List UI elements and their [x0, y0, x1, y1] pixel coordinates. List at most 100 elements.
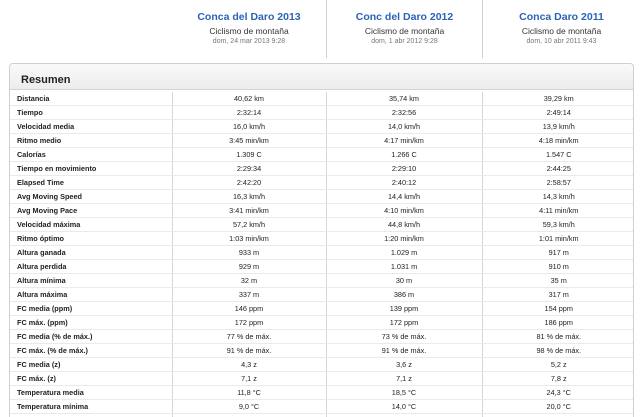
- metric-value: [171, 413, 326, 417]
- metric-value: 39,29 km: [481, 92, 633, 106]
- table-row: Altura ganada 933 m 1.029 m 917 m: [10, 245, 633, 260]
- metric-value: 4:18 min/km: [481, 133, 633, 148]
- metric-value: 2:40:12: [325, 175, 482, 190]
- metric-value: 1.309 C: [171, 147, 326, 162]
- activity-date: dom, 1 abr 2012 9:28: [371, 38, 438, 45]
- metric-value: 154 ppm: [481, 301, 633, 316]
- metric-label: Calorías: [10, 147, 172, 162]
- metric-value: 386 m: [325, 287, 482, 302]
- metric-value: 186 ppm: [481, 315, 633, 330]
- table-row: Tiempo en movimiento 2:29:34 2:29:10 2:44:2…: [10, 161, 633, 176]
- metric-label: FC media (% de máx.): [10, 329, 172, 344]
- metric-value: 2:32:14: [171, 105, 326, 120]
- metric-value: 4:17 min/km: [325, 133, 482, 148]
- table-row: FC máx. (% de máx.) 91 % de máx. 91 % de m…: [10, 343, 633, 358]
- metric-label: Distancia: [10, 92, 172, 106]
- activity-type: Ciclismo de montaña: [209, 26, 289, 36]
- metric-value: 59,3 km/h: [481, 217, 633, 232]
- metric-value: 57,2 km/h: [171, 217, 326, 232]
- metric-label: Velocidad máxima: [10, 217, 172, 232]
- table-row: Avg Moving Speed 16,3 km/h 14,4 km/h 14,3 k…: [10, 189, 633, 204]
- metric-value: 7,1 z: [171, 371, 326, 386]
- metric-value: 3,6 z: [325, 357, 482, 372]
- metric-value: 91 % de máx.: [171, 343, 326, 358]
- activity-header: Conca del Daro 2013 Ciclismo de montaña …: [172, 0, 640, 58]
- metric-value: 81 % de máx.: [481, 329, 633, 344]
- metric-value: 1:03 min/km: [171, 231, 326, 246]
- metric-label: Avg Moving Speed: [10, 189, 172, 204]
- table-row: Avg Moving Pace 3:41 min/km 4:10 min/km 4:1…: [10, 203, 633, 218]
- metric-value: 11,8 °C: [171, 385, 326, 400]
- metric-label: Altura ganada: [10, 245, 172, 260]
- metric-label: FC media (ppm): [10, 301, 172, 316]
- metric-value: 146 ppm: [171, 301, 326, 316]
- metric-label: Altura máxima: [10, 287, 172, 302]
- summary-table-body: Distancia 40,62 km 35,74 km 39,29 km Tiempo 2…: [10, 92, 633, 417]
- activity-type: Ciclismo de montaña: [521, 26, 602, 36]
- metric-label: Temperatura mínima: [10, 399, 172, 414]
- table-row: FC media (ppm) 146 ppm 139 ppm 154 ppm: [10, 301, 633, 316]
- activity-title-link[interactable]: Conc del Daro 2012: [327, 10, 482, 24]
- metric-label: FC máx. (% de máx.): [10, 343, 172, 358]
- metric-value: 2:29:34: [171, 161, 326, 176]
- metric-label: Temperatura media: [10, 385, 172, 400]
- metric-value: 1.031 m: [325, 259, 482, 274]
- table-row: Tiempo 2:32:14 2:32:56 2:49:14: [10, 105, 633, 120]
- metric-value: 2:42:20: [171, 175, 326, 190]
- activity-title-link[interactable]: Conca Daro 2011: [483, 10, 640, 24]
- metric-value: 2:58:57: [481, 175, 633, 190]
- metric-value: 1.029 m: [325, 245, 482, 260]
- metric-value: 3:41 min/km: [171, 203, 326, 218]
- table-row: FC media (% de máx.) 77 % de máx. 73 % de …: [10, 329, 633, 344]
- table-row: Elapsed Time 2:42:20 2:40:12 2:58:57: [10, 175, 633, 190]
- table-row: Distancia 40,62 km 35,74 km 39,29 km: [10, 92, 633, 106]
- activity-column-2: Conc del Daro 2012 Ciclismo de montaña d…: [326, 0, 482, 58]
- metric-value: 35 m: [481, 273, 633, 288]
- metric-label: Altura mínima: [10, 273, 172, 288]
- table-row: Altura máxima 337 m 386 m 317 m: [10, 287, 633, 302]
- metric-value: 14,3 km/h: [481, 189, 633, 204]
- metric-value: 7,1 z: [325, 371, 482, 386]
- metric-value: 32 m: [171, 273, 326, 288]
- metric-value: 16,0 km/h: [171, 119, 326, 134]
- metric-value: 1.547 C: [481, 147, 633, 162]
- activity-column-3: Conca Daro 2011 Ciclismo de montaña dom,…: [482, 0, 640, 58]
- metric-value: 44,8 km/h: [325, 217, 482, 232]
- metric-value: 9,0 °C: [171, 399, 326, 414]
- metric-value: 1.266 C: [325, 147, 482, 162]
- metric-value: 2:29:10: [325, 161, 482, 176]
- metric-label: Ritmo óptimo: [10, 231, 172, 246]
- metric-value: 1:01 min/km: [481, 231, 633, 246]
- metric-value: [481, 413, 633, 417]
- metric-value: 4:10 min/km: [325, 203, 482, 218]
- metric-label: Altura perdida: [10, 259, 172, 274]
- metric-label: Ritmo medio: [10, 133, 172, 148]
- table-row: Temperatura mínima 9,0 °C 14,0 °C 20,0 °C: [10, 399, 633, 414]
- summary-panel-header: Resumen: [10, 64, 633, 90]
- activity-title-link[interactable]: Conca del Daro 2013: [172, 10, 326, 24]
- metric-value: 5,2 z: [481, 357, 633, 372]
- metric-label: FC máx. (z): [10, 371, 172, 386]
- metric-value: 98 % de máx.: [481, 343, 633, 358]
- table-row: Calorías 1.309 C 1.266 C 1.547 C: [10, 147, 633, 162]
- metric-label: FC media (z): [10, 357, 172, 372]
- metric-value: 2:32:56: [325, 105, 482, 120]
- metric-value: 933 m: [171, 245, 326, 260]
- table-row: FC máx. (ppm) 172 ppm 172 ppm 186 ppm: [10, 315, 633, 330]
- metric-value: 73 % de máx.: [325, 329, 482, 344]
- summary-title: Resumen: [21, 74, 71, 86]
- table-row: Velocidad máxima 57,2 km/h 44,8 km/h 59,3 k…: [10, 217, 633, 232]
- activity-date: dom, 24 mar 2013 9:28: [212, 38, 286, 45]
- table-row: FC máx. (z) 7,1 z 7,1 z 7,8 z: [10, 371, 633, 386]
- metric-label: Tiempo en movimiento: [10, 161, 172, 176]
- metric-value: 13,9 km/h: [481, 119, 633, 134]
- activity-column-1: Conca del Daro 2013 Ciclismo de montaña …: [172, 0, 326, 58]
- metric-label: Tiempo: [10, 105, 172, 120]
- metric-value: 3:45 min/km: [171, 133, 326, 148]
- table-row: FC media (z) 4,3 z 3,6 z 5,2 z: [10, 357, 633, 372]
- metric-value: 91 % de máx.: [325, 343, 482, 358]
- metric-value: 14,4 km/h: [325, 189, 482, 204]
- metric-value: 1:20 min/km: [325, 231, 482, 246]
- metric-label: Temperatura máxima: [10, 413, 172, 417]
- metric-value: 929 m: [171, 259, 326, 274]
